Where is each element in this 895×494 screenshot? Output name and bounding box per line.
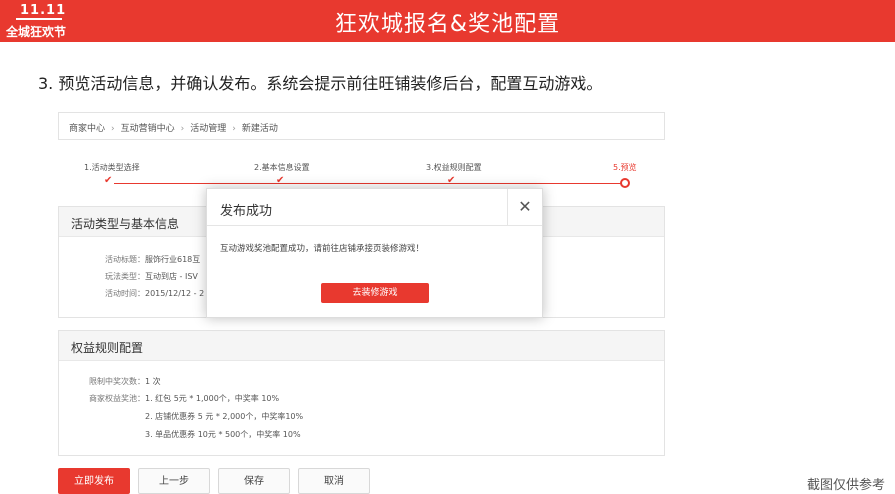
info-row: 玩法类型：互动到店 - ISV [105, 272, 198, 281]
check-icon: ✔ [447, 175, 456, 186]
breadcrumb: 商家中心 › 互动营销中心 › 活动管理 › 新建活动 [58, 112, 665, 140]
check-icon: ✔ [276, 175, 285, 186]
previous-step-button[interactable]: 上一步 [138, 468, 210, 494]
info-row: 活动标题：服饰行业618互 [105, 255, 201, 264]
breadcrumb-separator: › [111, 124, 115, 134]
breadcrumb-current: 新建活动 [241, 124, 278, 134]
step-2-label: 2.基本信息设置 [254, 163, 310, 172]
dialog-title: 发布成功 [207, 189, 542, 226]
publish-success-dialog: 发布成功 ✕ 互动游戏奖池配置成功，请前往店铺承接页装修游戏！ 去装修游戏 [206, 188, 543, 318]
breadcrumb-item[interactable]: 互动营销中心 [121, 124, 175, 134]
page-title: 狂欢城报名&奖池配置 [334, 12, 561, 37]
close-icon[interactable]: ✕ [507, 189, 542, 226]
rule-row: 2. 店铺优惠券 5 元 * 2,000个，中奖率10% [145, 412, 304, 421]
go-decorate-game-button[interactable]: 去装修游戏 [321, 283, 429, 303]
dialog-message: 互动游戏奖池配置成功，请前往店铺承接页装修游戏！ [220, 244, 425, 254]
header-banner: 11.11 全城狂欢节 狂欢城报名&奖池配置 [0, 0, 895, 42]
cancel-button[interactable]: 取消 [298, 468, 370, 494]
current-step-icon [620, 178, 630, 188]
disclaimer-note: 截图仅供参考 [806, 478, 885, 493]
rule-row: 限制中奖次数：1 次 [89, 377, 161, 386]
breadcrumb-separator: › [232, 124, 236, 134]
panel-title: 权益规则配置 [59, 331, 664, 361]
publish-now-button[interactable]: 立即发布 [58, 468, 130, 494]
step-5-label: 5.预览 [613, 163, 637, 172]
instruction-text: 3. 预览活动信息，并确认发布。系统会提示前往旺铺装修后台，配置互动游戏。 [38, 74, 603, 93]
progress-line [114, 183, 626, 184]
rights-rules-panel: 权益规则配置 限制中奖次数：1 次 商家权益奖池：1. 红包 5元 * 1,00… [58, 330, 665, 456]
breadcrumb-item[interactable]: 商家中心 [69, 124, 105, 134]
breadcrumb-separator: › [180, 124, 185, 134]
rule-row: 3. 单品优惠券 10元 * 500个，中奖率 10% [145, 430, 301, 439]
check-icon: ✔ [104, 175, 113, 186]
rule-row: 商家权益奖池：1. 红包 5元 * 1,000个，中奖率 10% [89, 394, 280, 403]
save-button[interactable]: 保存 [218, 468, 290, 494]
info-row: 活动时间：2015/12/12 - 2 [105, 289, 205, 298]
breadcrumb-item[interactable]: 活动管理 [190, 124, 226, 134]
step-1-label: 1.活动类型选择 [84, 163, 140, 172]
step-3-label: 3.权益规则配置 [426, 163, 482, 172]
